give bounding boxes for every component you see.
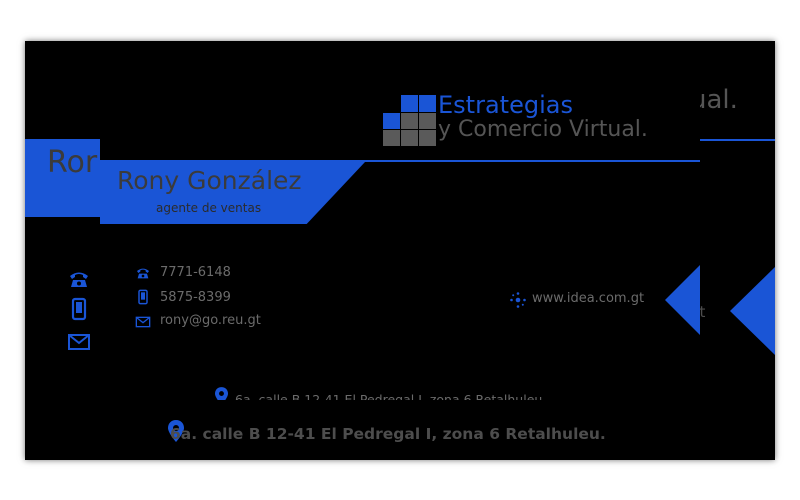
contact-mobile: 5875-8399 bbox=[160, 290, 231, 305]
envelope-icon bbox=[68, 334, 90, 350]
person-role: agente de ventas bbox=[156, 201, 262, 215]
back-person-name: Ror bbox=[47, 145, 98, 180]
location-pin-icon bbox=[215, 387, 228, 400]
contact-email: rony@go.reu.gt bbox=[160, 313, 261, 328]
logo-title: Estrategias bbox=[438, 91, 573, 119]
business-card-front: Estrategias y Comercio Virtual. Rony Gon… bbox=[100, 55, 700, 400]
logo-tagline: y Comercio Virtual. bbox=[438, 117, 648, 142]
person-name: Rony González bbox=[117, 166, 302, 195]
logo-blocks-icon bbox=[383, 95, 436, 146]
telephone-icon bbox=[137, 268, 149, 279]
triangle-accent bbox=[665, 265, 700, 335]
divider-line bbox=[100, 160, 700, 162]
envelope-icon bbox=[135, 316, 151, 328]
web-star-icon bbox=[510, 292, 526, 308]
address: 6a. calle B 12-41 El Pedregal I, zona 6 … bbox=[235, 392, 547, 400]
website-url: www.idea.com.gt bbox=[532, 291, 645, 306]
mobile-phone-icon bbox=[71, 297, 87, 321]
back-address: 6a. calle B 12-41 El Pedregal I, zona 6 … bbox=[170, 425, 606, 443]
mobile-phone-icon bbox=[138, 289, 148, 305]
telephone-icon bbox=[70, 272, 88, 287]
contact-phone: 7771-6148 bbox=[160, 265, 231, 280]
back-triangle-accent bbox=[730, 267, 775, 355]
